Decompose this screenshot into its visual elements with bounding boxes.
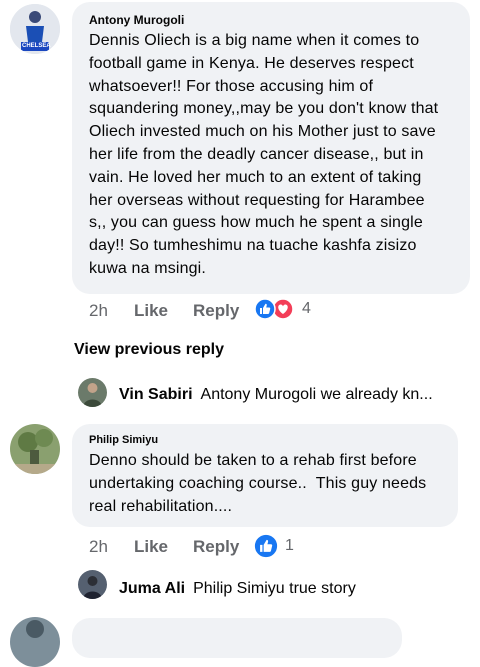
comment-text-line: Denno should be taken to a rehab first b… xyxy=(89,452,417,469)
avatar-badge-text: CHELSEA xyxy=(22,43,51,49)
reply-author[interactable]: Vin Sabiri xyxy=(119,386,193,403)
comment-text-line: football game in Kenya. He deserves resp… xyxy=(89,54,414,72)
reply-preview[interactable]: Juma Ali Philip Simiyu true story xyxy=(119,580,356,598)
avatar[interactable] xyxy=(10,424,60,474)
comment-text-line: kuwa na msingi. xyxy=(89,259,206,277)
comment-text-line: Dennis Oliech is a big name when it come… xyxy=(89,32,420,49)
comment-text-line: s,, you can guess how much he spent a si… xyxy=(89,214,423,232)
avatar[interactable] xyxy=(78,378,107,407)
reply-button[interactable]: Reply xyxy=(193,301,239,321)
like-reaction-icon[interactable] xyxy=(253,533,279,559)
comment-text-line: her life from the deadly cancer disease,… xyxy=(89,145,424,163)
reaction-count[interactable]: 4 xyxy=(302,300,311,318)
comment-text-line: real rehabilitation.... xyxy=(89,497,233,515)
like-reaction-icon xyxy=(254,298,276,320)
avatar[interactable]: CHELSEA xyxy=(10,4,60,54)
avatar[interactable] xyxy=(78,570,107,599)
reply-text: Philip Simiyu true story xyxy=(193,580,356,597)
comment-text-line: vain. He loved her much to an extent of … xyxy=(89,168,422,186)
comment-author[interactable]: Philip Simiyu xyxy=(89,434,158,446)
reply-button[interactable]: Reply xyxy=(193,537,239,557)
avatar-image xyxy=(10,424,60,474)
comment-text: Dennis Oliech is a big name when it come… xyxy=(89,30,438,281)
reaction-count[interactable]: 1 xyxy=(285,537,294,555)
avatar-image xyxy=(10,617,60,667)
reply-text: Antony Murogoli we already kn... xyxy=(200,386,433,403)
avatar-image xyxy=(78,570,107,599)
comment-timestamp: 2h xyxy=(89,301,108,320)
comment-text: Denno should be taken to a rehab first b… xyxy=(89,450,426,518)
comment-text-line: day!! So tumheshimu na tuache kashfa zis… xyxy=(89,237,417,255)
comment-text-line: her overseas without requesting for Hara… xyxy=(89,191,425,209)
reply-preview[interactable]: Vin Sabiri Antony Murogoli we already kn.… xyxy=(119,386,433,404)
comment-text-line: undertaking coaching course.. This guy n… xyxy=(89,474,427,492)
like-button[interactable]: Like xyxy=(134,301,168,321)
comment-bubble[interactable] xyxy=(72,618,402,658)
comment-text-line: Oliech invested much on his Mother just … xyxy=(89,123,436,141)
avatar-image xyxy=(78,378,107,407)
comment-author[interactable]: Antony Murogoli xyxy=(89,13,184,27)
reply-author[interactable]: Juma Ali xyxy=(119,580,185,597)
comment-timestamp: 2h xyxy=(89,537,108,556)
like-button[interactable]: Like xyxy=(134,537,168,557)
comment-text-line: squandering money,,may be you don't know… xyxy=(89,100,439,118)
view-previous-reply-link[interactable]: View previous reply xyxy=(74,341,224,359)
comment-text-line: whatsoever!! For those accusing him of xyxy=(89,77,374,95)
reaction-icons[interactable] xyxy=(252,296,298,322)
avatar[interactable] xyxy=(10,617,60,667)
